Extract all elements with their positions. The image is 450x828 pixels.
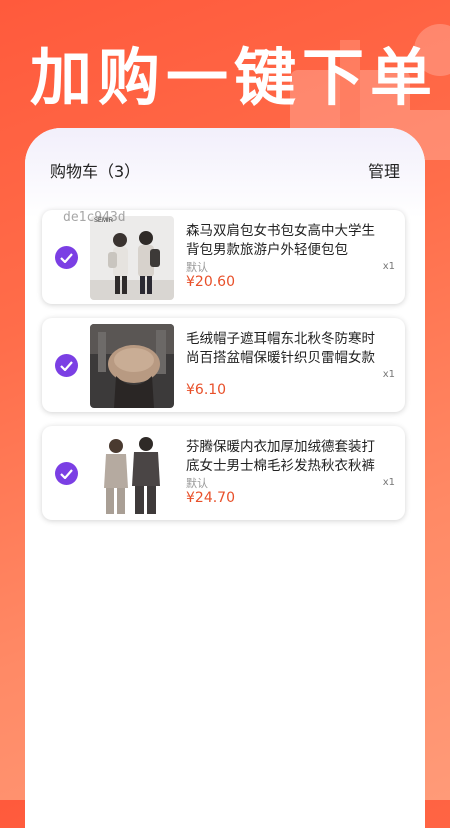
product-name[interactable]: 毛绒帽子遮耳帽东北秋冬防寒时尚百搭盆帽保暖针织贝雷帽女款: [186, 330, 386, 368]
cart-header: 购物车（3） 管理: [25, 128, 425, 218]
product-name[interactable]: 芬腾保暖内衣加厚加绒德套装打底女士男士棉毛衫发热秋衣秋裤冬季: [186, 438, 386, 476]
page-headline: 加购一键下单: [30, 41, 439, 114]
checkmark-icon[interactable]: [55, 462, 78, 485]
checkmark-icon[interactable]: [55, 246, 78, 269]
cart-item[interactable]: 毛绒帽子遮耳帽东北秋冬防寒时尚百搭盆帽保暖针织贝雷帽女款 默认 ¥6.10 x1: [42, 318, 405, 412]
watermark-text: de1c943d: [63, 210, 126, 225]
product-price: ¥20.60: [186, 274, 235, 290]
product-variant: 默认: [186, 477, 208, 490]
product-price: ¥6.10: [186, 382, 227, 398]
product-image[interactable]: [90, 432, 174, 516]
product-image[interactable]: [90, 216, 174, 300]
cart-panel: 购物车（3） 管理 SEMIR 森马双肩包女书包女高中大学生背包男款旅游户外轻便…: [25, 128, 425, 828]
cart-title: 购物车（3）: [50, 162, 141, 181]
product-price: ¥24.70: [186, 490, 235, 506]
product-quantity: x1: [382, 261, 395, 272]
checkmark-icon[interactable]: [55, 354, 78, 377]
product-image[interactable]: [90, 324, 174, 408]
product-quantity: x1: [382, 369, 395, 380]
product-quantity: x1: [382, 477, 395, 488]
manage-button[interactable]: 管理: [368, 158, 400, 182]
product-variant: 默认: [186, 261, 208, 274]
product-name[interactable]: 森马双肩包女书包女高中大学生背包男款旅游户外轻便包包: [186, 222, 386, 260]
cart-item[interactable]: 芬腾保暖内衣加厚加绒德套装打底女士男士棉毛衫发热秋衣秋裤冬季 默认 ¥24.70…: [42, 426, 405, 520]
